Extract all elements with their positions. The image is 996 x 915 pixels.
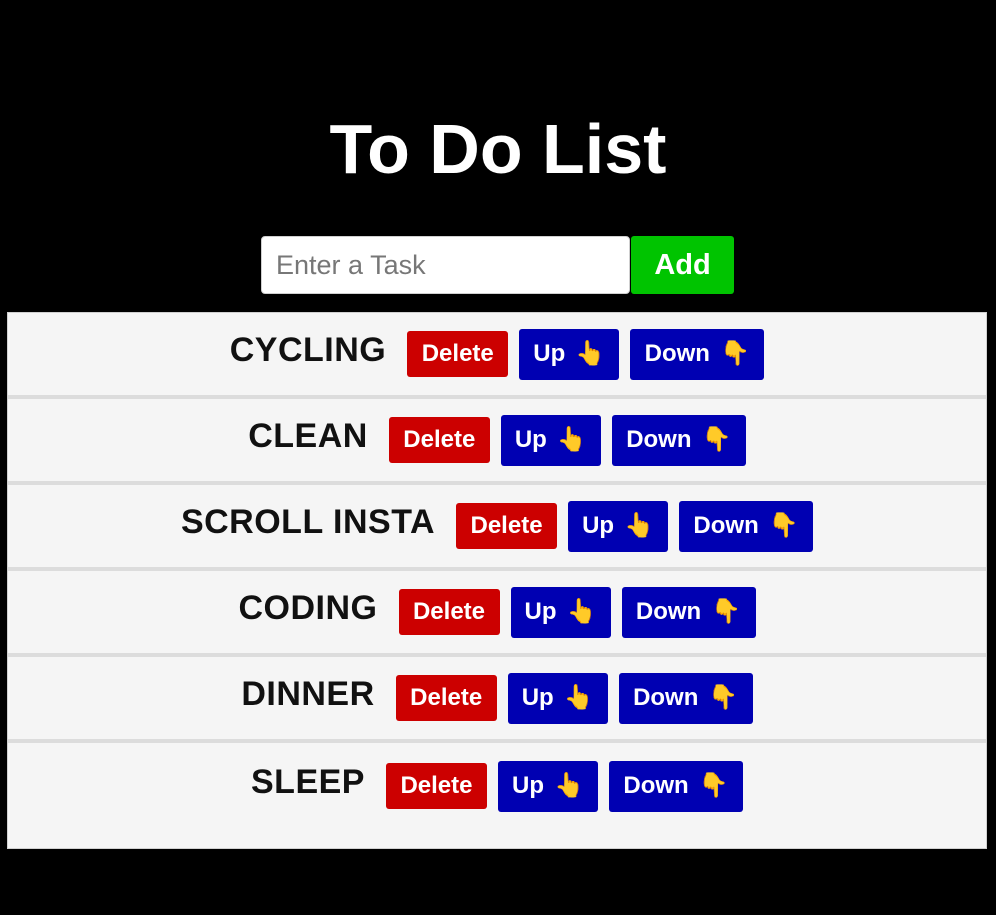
move-up-button[interactable]: Up 👆 — [568, 500, 669, 552]
up-label: Up — [533, 340, 566, 367]
down-label: Down — [623, 772, 689, 799]
pointing-down-hand-icon: 👇 — [701, 426, 732, 453]
task-text: SLEEP — [251, 762, 365, 801]
move-down-button[interactable]: Down 👇 — [621, 586, 756, 638]
up-label: Up — [521, 684, 554, 711]
task-text: SCROLL INSTA — [180, 502, 436, 541]
page-title: To Do List — [329, 110, 667, 188]
delete-label: Delete — [410, 684, 483, 711]
task-text: CLEAN — [248, 416, 368, 455]
move-up-button[interactable]: Up 👆 — [507, 672, 608, 724]
pointing-down-hand-icon: 👇 — [768, 512, 799, 539]
move-up-button[interactable]: Up 👆 — [497, 760, 598, 812]
delete-button[interactable]: Delete — [395, 675, 497, 721]
delete-button[interactable]: Delete — [407, 331, 509, 377]
task-row: SCROLL INSTA Delete Up 👆 Down 👇 — [8, 485, 986, 571]
delete-label: Delete — [403, 426, 476, 453]
delete-button[interactable]: Delete — [398, 589, 500, 635]
task-text: CYCLING — [229, 330, 387, 369]
add-button[interactable]: Add — [631, 236, 734, 294]
delete-label: Delete — [412, 598, 486, 625]
task-row: DINNER Delete Up 👆 Down 👇 — [8, 657, 986, 743]
pointing-up-hand-icon: 👆 — [566, 598, 597, 625]
up-label: Up — [512, 772, 545, 799]
task-list: CYCLING Delete Up 👆 Down 👇 CLEAN Delete Up… — [7, 312, 987, 849]
pointing-up-hand-icon: 👆 — [556, 426, 587, 453]
down-label: Down — [693, 512, 759, 539]
pointing-up-hand-icon: 👆 — [575, 340, 606, 367]
down-label: Down — [644, 340, 710, 367]
delete-button[interactable]: Delete — [456, 503, 558, 549]
task-text: DINNER — [241, 674, 375, 713]
up-label: Up — [514, 426, 547, 453]
task-row: SLEEP Delete Up 👆 Down 👇 — [8, 743, 986, 829]
move-up-button[interactable]: Up 👆 — [519, 328, 620, 380]
pointing-up-hand-icon: 👆 — [563, 684, 594, 711]
down-label: Down — [633, 684, 699, 711]
delete-label: Delete — [470, 512, 543, 539]
down-label: Down — [626, 426, 692, 453]
pointing-up-hand-icon: 👆 — [554, 772, 584, 799]
add-task-form: Add — [261, 236, 734, 294]
delete-button[interactable]: Delete — [388, 417, 490, 463]
move-down-button[interactable]: Down 👇 — [618, 672, 753, 724]
move-up-button[interactable]: Up 👆 — [510, 586, 611, 638]
pointing-down-hand-icon: 👇 — [719, 340, 750, 367]
delete-label: Delete — [421, 340, 494, 367]
task-row: CODING Delete Up 👆 Down 👇 — [8, 571, 986, 657]
task-text: CODING — [238, 588, 378, 627]
move-up-button[interactable]: Up 👆 — [500, 414, 601, 466]
pointing-down-hand-icon: 👇 — [698, 772, 729, 799]
up-label: Up — [524, 598, 557, 625]
move-down-button[interactable]: Down 👇 — [608, 760, 743, 812]
move-down-button[interactable]: Down 👇 — [630, 328, 765, 380]
move-down-button[interactable]: Down 👇 — [679, 500, 814, 552]
task-row: CYCLING Delete Up 👆 Down 👇 — [8, 313, 986, 399]
pointing-down-hand-icon: 👇 — [708, 684, 739, 711]
pointing-up-hand-icon: 👆 — [624, 512, 654, 539]
down-label: Down — [635, 598, 702, 625]
up-label: Up — [582, 512, 615, 539]
delete-label: Delete — [400, 772, 473, 799]
move-down-button[interactable]: Down 👇 — [611, 414, 746, 466]
task-input[interactable] — [261, 236, 630, 294]
task-row: CLEAN Delete Up 👆 Down 👇 — [8, 399, 986, 485]
pointing-down-hand-icon: 👇 — [711, 598, 742, 625]
delete-button[interactable]: Delete — [385, 763, 487, 809]
